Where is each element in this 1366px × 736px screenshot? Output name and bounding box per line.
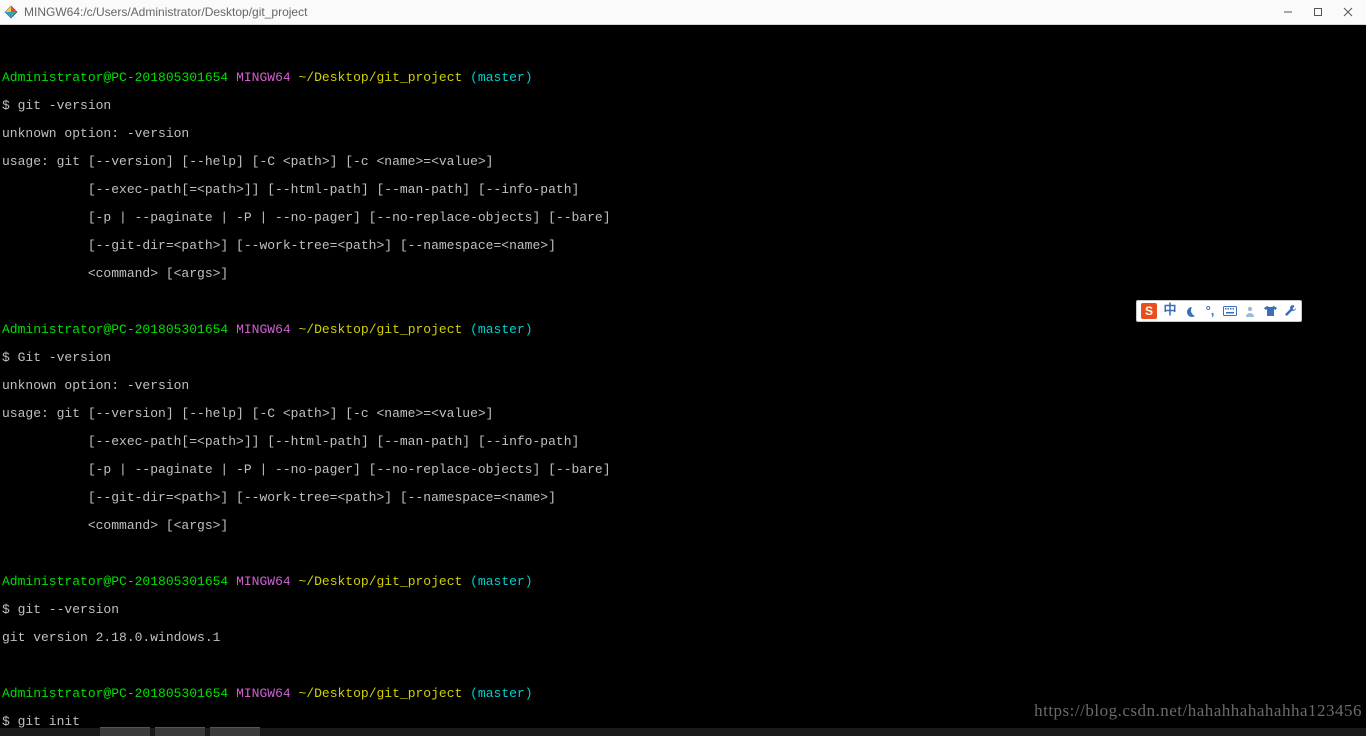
prompt-shell: MINGW64 [236, 70, 291, 85]
output-line: [--exec-path[=<path>]] [--html-path] [--… [2, 183, 1364, 197]
prompt-path: ~/Desktop/git_project [298, 322, 462, 337]
prompt-branch: (master) [470, 322, 532, 337]
window-titlebar: MINGW64:/c/Users/Administrator/Desktop/g… [0, 0, 1366, 25]
prompt-line: Administrator@PC-201805301654 MINGW64 ~/… [2, 323, 1364, 337]
blank-line [2, 659, 1364, 673]
prompt-userhost: Administrator@PC-201805301654 [2, 70, 228, 85]
prompt-branch: (master) [470, 70, 532, 85]
punctuation-icon[interactable]: °, [1203, 304, 1217, 318]
prompt-shell: MINGW64 [236, 574, 291, 589]
prompt-path: ~/Desktop/git_project [298, 70, 462, 85]
output-line: [-p | --paginate | -P | --no-pager] [--n… [2, 211, 1364, 225]
command-line: $ Git -version [2, 351, 1364, 365]
ime-chinese-toggle[interactable]: 中 [1163, 304, 1177, 318]
output-line: [--git-dir=<path>] [--work-tree=<path>] … [2, 239, 1364, 253]
prompt-branch: (master) [470, 686, 532, 701]
output-line: usage: git [--version] [--help] [-C <pat… [2, 155, 1364, 169]
window-controls [1282, 6, 1362, 18]
person-icon[interactable] [1243, 304, 1257, 318]
close-button[interactable] [1342, 6, 1354, 18]
prompt-shell: MINGW64 [236, 322, 291, 337]
minimize-button[interactable] [1282, 6, 1294, 18]
output-line: <command> [<args>] [2, 519, 1364, 533]
prompt-path: ~/Desktop/git_project [298, 574, 462, 589]
window-title: MINGW64:/c/Users/Administrator/Desktop/g… [24, 5, 307, 19]
prompt-branch: (master) [470, 574, 532, 589]
command-line: $ git -version [2, 99, 1364, 113]
prompt-line: Administrator@PC-201805301654 MINGW64 ~/… [2, 687, 1364, 701]
moon-icon[interactable] [1183, 304, 1197, 318]
prompt-userhost: Administrator@PC-201805301654 [2, 322, 228, 337]
output-line: [--git-dir=<path>] [--work-tree=<path>] … [2, 491, 1364, 505]
output-line: <command> [<args>] [2, 267, 1364, 281]
wrench-icon[interactable] [1283, 304, 1297, 318]
terminal-line [2, 43, 1364, 57]
ime-toolbar[interactable]: S 中 °, [1136, 300, 1302, 322]
prompt-shell: MINGW64 [236, 686, 291, 701]
title-left: MINGW64:/c/Users/Administrator/Desktop/g… [4, 5, 307, 19]
keyboard-icon[interactable] [1223, 304, 1237, 318]
output-line: unknown option: -version [2, 127, 1364, 141]
maximize-button[interactable] [1312, 6, 1324, 18]
mingw-icon [4, 5, 18, 19]
blank-line [2, 547, 1364, 561]
prompt-line: Administrator@PC-201805301654 MINGW64 ~/… [2, 575, 1364, 589]
output-line: git version 2.18.0.windows.1 [2, 631, 1364, 645]
prompt-userhost: Administrator@PC-201805301654 [2, 574, 228, 589]
output-line: unknown option: -version [2, 379, 1364, 393]
tshirt-icon[interactable] [1263, 304, 1277, 318]
terminal-output[interactable]: Administrator@PC-201805301654 MINGW64 ~/… [0, 25, 1366, 736]
prompt-path: ~/Desktop/git_project [298, 686, 462, 701]
sogou-logo-icon[interactable]: S [1141, 303, 1157, 319]
output-line: usage: git [--version] [--help] [-C <pat… [2, 407, 1364, 421]
command-line: $ git init [2, 715, 1364, 729]
taskbar-sliver [0, 728, 1366, 736]
command-line: $ git --version [2, 603, 1364, 617]
output-line: [-p | --paginate | -P | --no-pager] [--n… [2, 463, 1364, 477]
prompt-userhost: Administrator@PC-201805301654 [2, 686, 228, 701]
prompt-line: Administrator@PC-201805301654 MINGW64 ~/… [2, 71, 1364, 85]
output-line: [--exec-path[=<path>]] [--html-path] [--… [2, 435, 1364, 449]
